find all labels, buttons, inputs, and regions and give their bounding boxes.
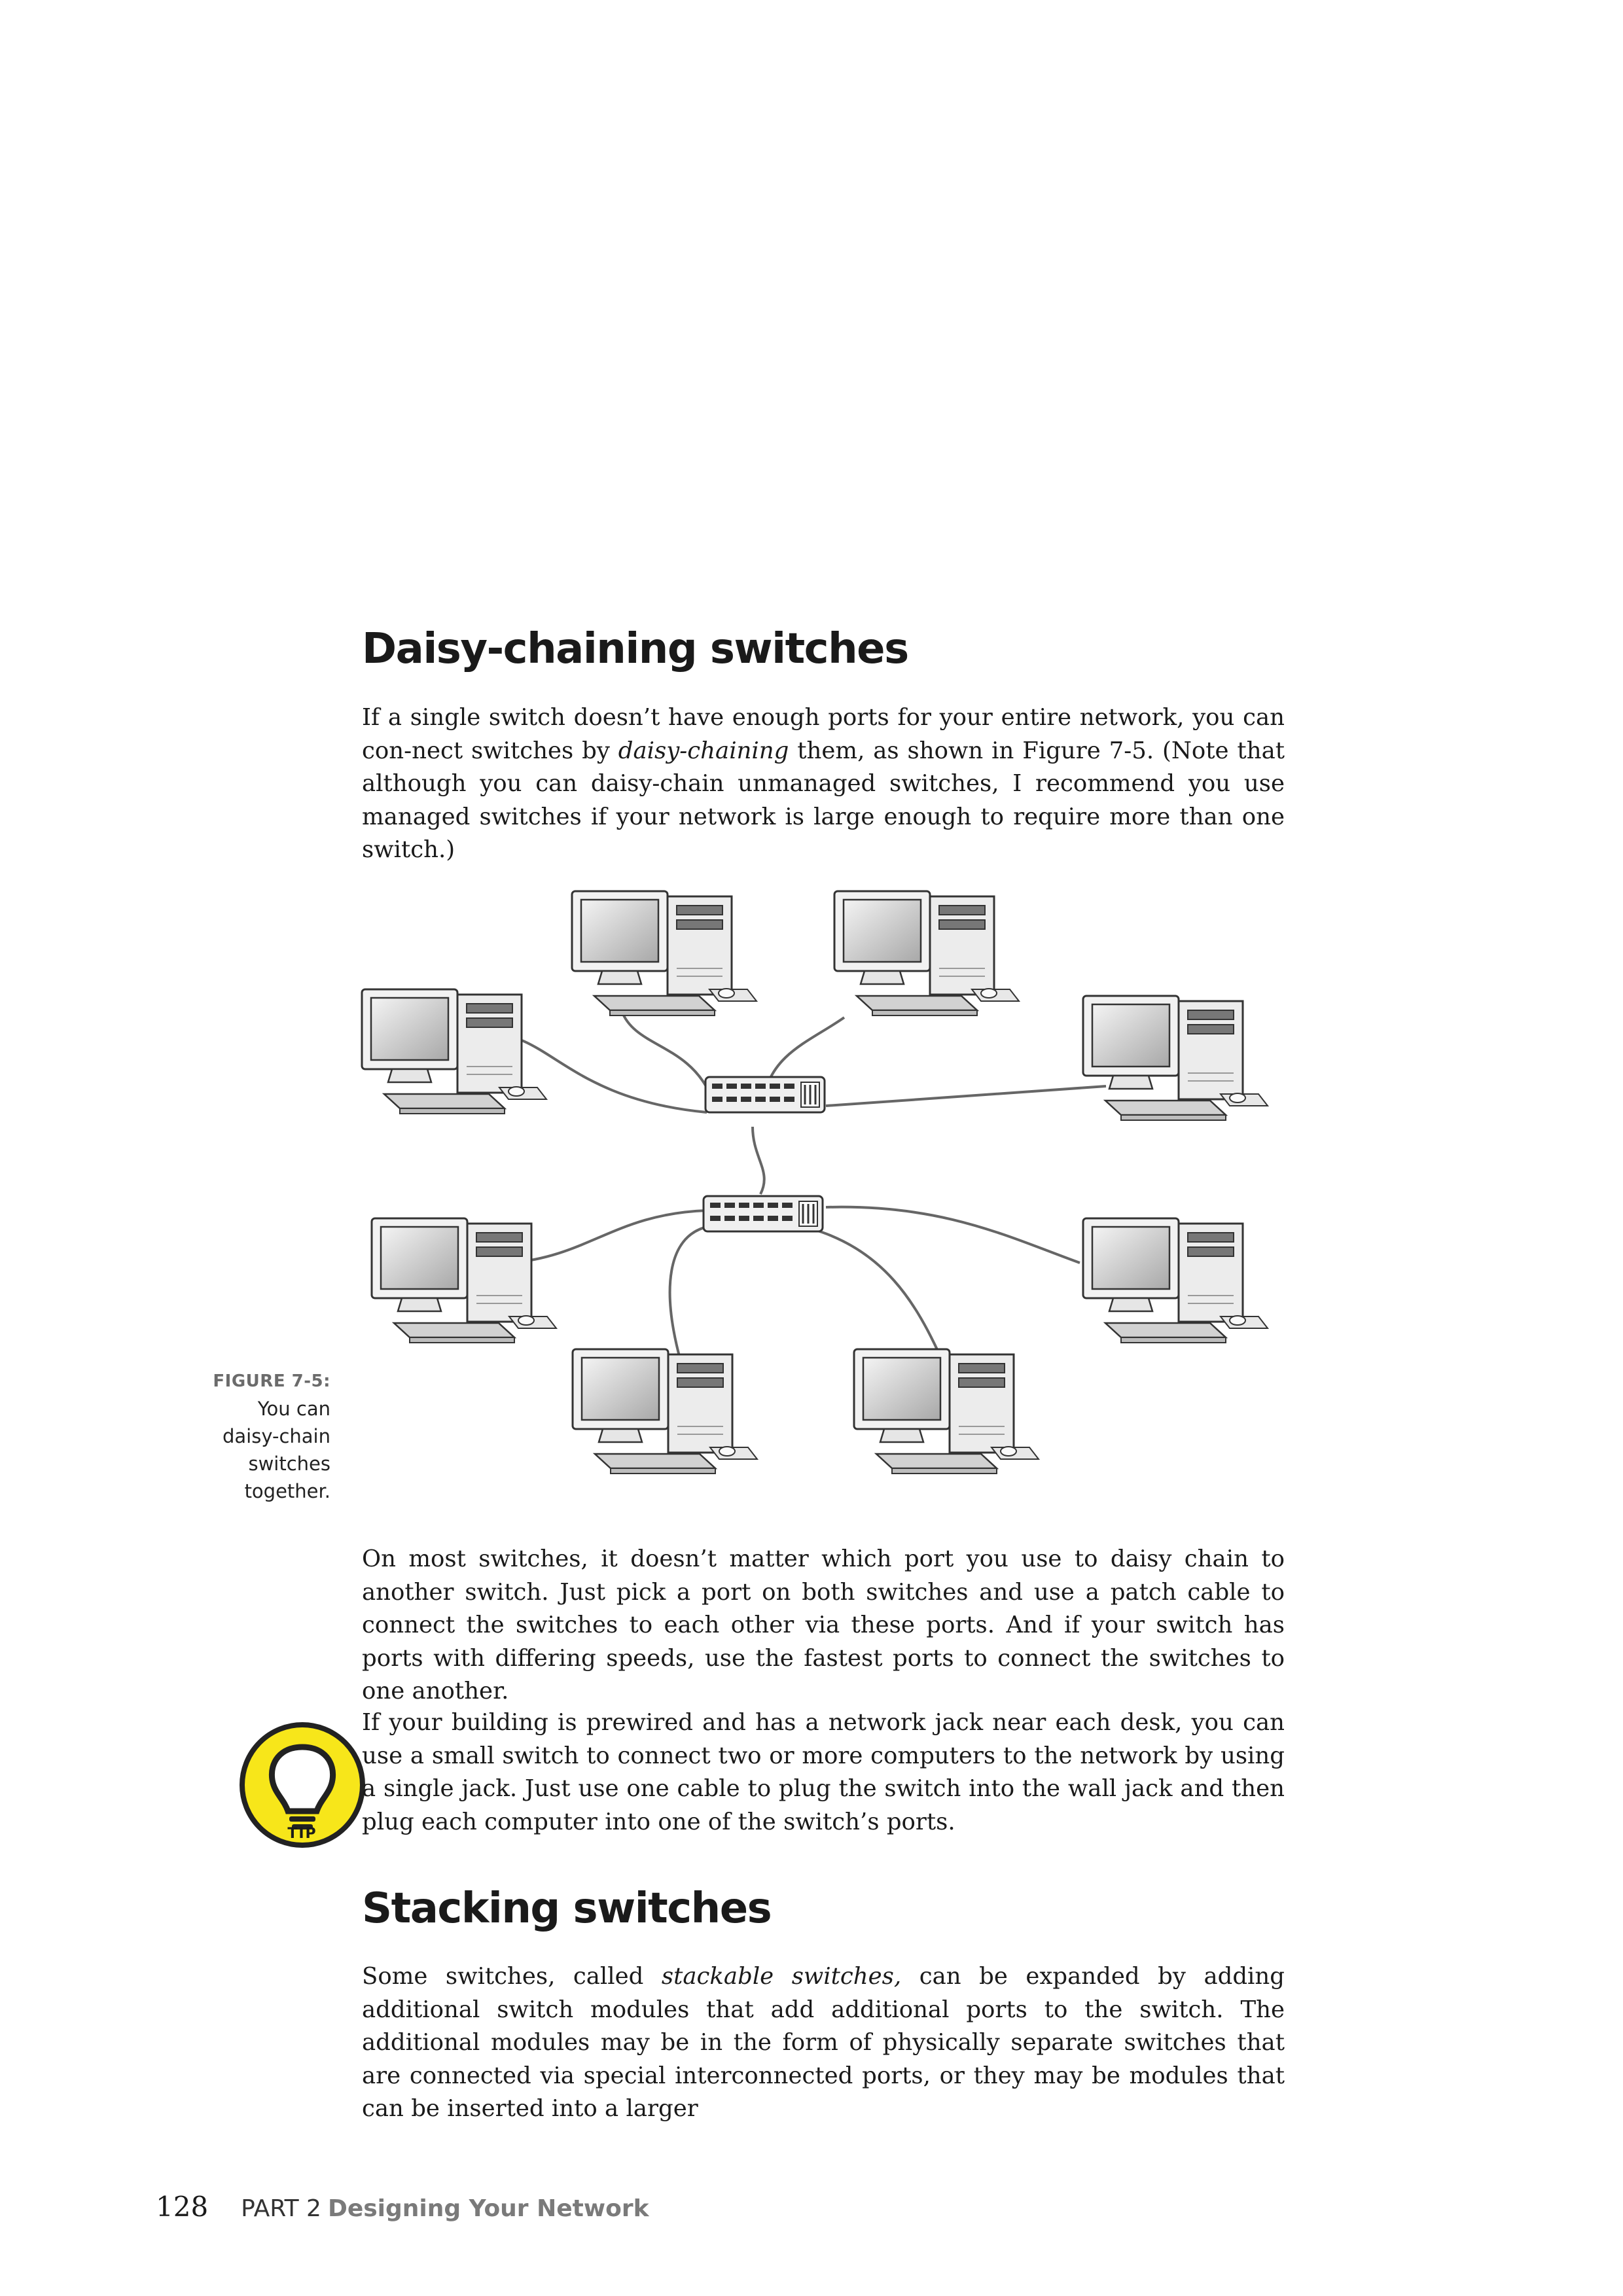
figure-caption-text: You can daisy-chain switches together. [223,1398,330,1502]
section-heading-daisy-chaining: Daisy-chaining switches [362,625,909,673]
page-number: 128 [156,2191,209,2223]
figure-caption: FIGURE 7-5: You can daisy-chain switches… [196,1368,330,1505]
tip-paragraph: If your building is prewired and has a n… [362,1709,1285,1835]
emphasis-term: stackable switches, [661,1963,902,1990]
body-paragraph-stacking: Some switches, called stackable switches… [362,1960,1285,2126]
figure-label: FIGURE 7-5: [213,1371,330,1391]
tip-label: TIP [287,1826,317,1842]
body-paragraph-intro: If a single switch doesn’t have enough p… [362,701,1285,867]
section-heading-stacking: Stacking switches [362,1884,772,1933]
body-paragraph-daisy-chain-ports: On most switches, it doesn’t matter whic… [362,1545,1285,1704]
network-cables [490,1010,1107,1362]
network-diagram-figure [361,890,1269,1475]
part-label: PART 2 [241,2195,321,2222]
part-title: Designing Your Network [327,2195,649,2222]
paragraph-text: Some switches, called [362,1963,662,1990]
emphasis-term: daisy-chaining [618,737,789,764]
page-footer: 128 PART 2 Designing Your Network [156,2191,649,2223]
